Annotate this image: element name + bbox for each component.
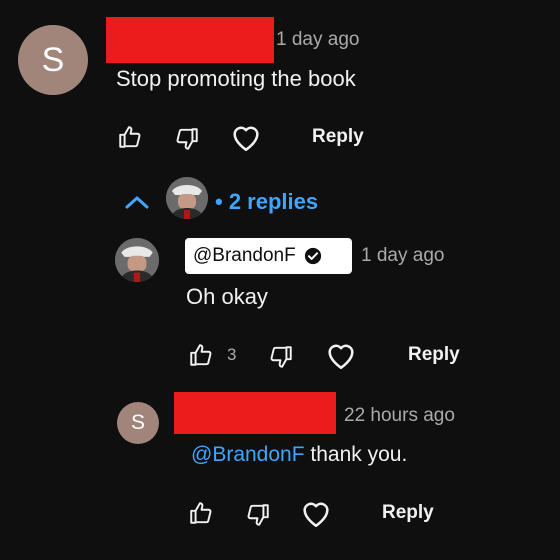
- reply-button[interactable]: Reply: [382, 502, 434, 524]
- reply-author-avatar-small: [166, 177, 208, 219]
- like-icon[interactable]: [188, 342, 214, 368]
- avatar-letter: S: [130, 411, 145, 434]
- replies-toggle-label[interactable]: • 2 replies: [215, 189, 318, 215]
- reply-text-body: thank you.: [304, 443, 408, 466]
- reply-button[interactable]: Reply: [408, 344, 460, 366]
- like-count: 3: [227, 345, 237, 364]
- reply-text: @BrandonF thank you.: [191, 443, 407, 467]
- redacted-author-name: [174, 392, 336, 434]
- avatar-letter: S: [41, 40, 65, 79]
- dislike-icon[interactable]: [245, 502, 271, 528]
- chevron-up-icon[interactable]: [123, 192, 151, 212]
- comment-timestamp[interactable]: 1 day ago: [276, 29, 359, 51]
- reply-timestamp[interactable]: 22 hours ago: [344, 405, 455, 427]
- reply-button[interactable]: Reply: [312, 126, 364, 148]
- dislike-icon[interactable]: [268, 344, 294, 370]
- author-handle: @BrandonF: [193, 245, 296, 266]
- comment-text: Stop promoting the book: [116, 66, 356, 91]
- heart-icon[interactable]: [229, 121, 263, 153]
- heart-icon[interactable]: [299, 497, 333, 529]
- reply-text: Oh okay: [186, 284, 268, 309]
- heart-icon[interactable]: [324, 339, 358, 371]
- mention-link[interactable]: @BrandonF: [191, 443, 305, 466]
- dislike-icon[interactable]: [174, 126, 200, 152]
- reply-timestamp[interactable]: 1 day ago: [361, 245, 444, 267]
- author-chip[interactable]: @BrandonF: [185, 238, 352, 274]
- reply-avatar[interactable]: S: [117, 402, 159, 444]
- comment-avatar[interactable]: S: [18, 25, 88, 95]
- redacted-author-name: [106, 17, 274, 63]
- verified-check-icon: [304, 247, 322, 265]
- reply-author-avatar[interactable]: [115, 238, 159, 282]
- like-icon[interactable]: [188, 500, 214, 526]
- like-icon[interactable]: [117, 124, 143, 150]
